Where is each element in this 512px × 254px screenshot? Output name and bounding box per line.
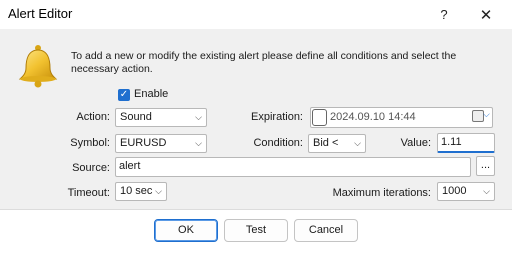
condition-select[interactable]: Bid < ⌵ — [308, 134, 366, 153]
expiration-checkbox[interactable] — [312, 109, 327, 126]
title-bar: Alert Editor ? ✕ — [0, 0, 512, 29]
enable-label: Enable — [134, 88, 169, 100]
symbol-select[interactable]: EURUSD ⌵ — [115, 134, 207, 153]
expiration-label: Expiration: — [251, 111, 303, 123]
chevron-down-icon: ⌵ — [195, 112, 202, 122]
browse-button[interactable]: ... — [476, 156, 495, 176]
action-select[interactable]: Sound ⌵ — [115, 108, 207, 127]
cancel-button[interactable]: Cancel — [294, 219, 358, 242]
symbol-value: EURUSD — [120, 137, 167, 149]
close-button[interactable]: ✕ — [464, 0, 508, 29]
enable-checkbox[interactable]: ✓ — [118, 89, 130, 101]
ok-button[interactable]: OK — [154, 219, 218, 242]
max-iterations-value: 1000 — [442, 185, 467, 197]
info-text: To add a new or modify the existing aler… — [71, 50, 457, 75]
value-field[interactable]: 1.11 — [437, 133, 495, 153]
action-value: Sound — [120, 111, 152, 123]
timeout-label: Timeout: — [67, 187, 110, 199]
chevron-down-icon: ⌵ — [483, 186, 490, 196]
value-label: Value: — [400, 137, 431, 149]
expiration-value[interactable]: 2024.09.10 14:44 — [330, 111, 416, 123]
timeout-value: 10 sec — [120, 185, 153, 197]
source-field[interactable]: alert — [115, 157, 471, 177]
bell-icon — [18, 45, 58, 88]
action-label: Action: — [76, 111, 110, 123]
max-iterations-label: Maximum iterations: — [332, 187, 431, 199]
window-title: Alert Editor — [8, 6, 73, 21]
footer-divider — [0, 209, 512, 210]
chevron-down-icon: ⌵ — [155, 186, 162, 196]
condition-label: Condition: — [253, 137, 303, 149]
symbol-label: Symbol: — [70, 137, 110, 149]
test-button[interactable]: Test — [224, 219, 288, 242]
source-label: Source: — [72, 162, 110, 174]
help-button[interactable]: ? — [424, 0, 464, 29]
timeout-select[interactable]: 10 sec ⌵ — [115, 182, 167, 201]
chevron-down-icon[interactable]: ⌵ — [483, 109, 490, 120]
max-iterations-select[interactable]: 1000 ⌵ — [437, 182, 495, 201]
chevron-down-icon: ⌵ — [354, 138, 361, 148]
chevron-down-icon: ⌵ — [195, 138, 202, 148]
condition-value: Bid < — [313, 137, 339, 149]
